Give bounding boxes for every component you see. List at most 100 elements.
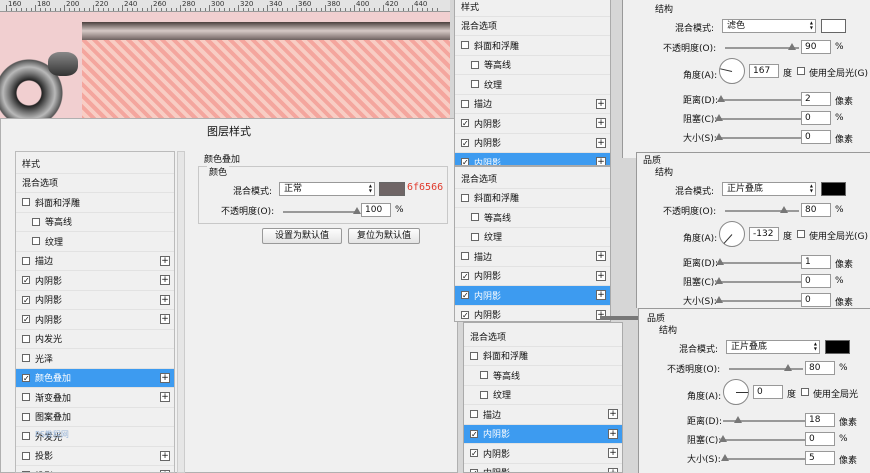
style-list-item[interactable]: 图案叠加 xyxy=(16,407,174,427)
distance-slider[interactable] xyxy=(716,95,801,102)
style-list-item[interactable]: 混合选项 xyxy=(455,16,610,36)
add-effect-icon[interactable]: + xyxy=(160,255,170,266)
checkbox[interactable]: ✓ xyxy=(461,291,469,300)
add-effect-icon[interactable]: + xyxy=(160,294,170,305)
checkbox[interactable]: ✓ xyxy=(22,373,30,382)
checkbox[interactable]: ✓ xyxy=(461,310,469,319)
blend-mode-select[interactable]: 滤色 xyxy=(722,19,816,33)
blend-mode-select[interactable]: 正片叠底 xyxy=(726,340,820,354)
style-list-item[interactable]: 等高线 xyxy=(455,55,610,75)
checkbox[interactable] xyxy=(461,41,469,50)
size-slider[interactable] xyxy=(715,133,801,140)
style-list-item[interactable]: 混合选项 xyxy=(16,173,174,193)
size-slider[interactable] xyxy=(721,454,805,461)
style-list-item[interactable]: ✓内阴影+ xyxy=(464,444,622,464)
opacity-slider-handle[interactable] xyxy=(353,207,361,214)
opacity-input[interactable]: 90 xyxy=(801,40,831,54)
style-list-item[interactable]: 样式 xyxy=(16,154,174,174)
choke-input[interactable]: 0 xyxy=(805,432,835,446)
opacity-input[interactable]: 100 xyxy=(361,203,391,217)
use-global-light-checkbox[interactable] xyxy=(801,388,809,396)
checkbox[interactable] xyxy=(22,334,30,343)
opacity-slider[interactable] xyxy=(725,43,799,50)
choke-slider-handle[interactable] xyxy=(715,114,723,121)
add-effect-icon[interactable]: + xyxy=(596,137,606,148)
style-list-item[interactable]: 斜面和浮雕 xyxy=(455,36,610,56)
style-list-item[interactable]: 描边 + xyxy=(464,405,622,425)
style-list-item[interactable]: 描边 + xyxy=(455,94,610,114)
style-list-item[interactable]: 等高线 xyxy=(16,212,174,232)
add-effect-icon[interactable]: + xyxy=(596,251,606,261)
size-input[interactable]: 0 xyxy=(801,130,831,144)
style-list-item[interactable]: ✓内阴影+ xyxy=(16,310,174,330)
angle-dial[interactable] xyxy=(723,379,749,405)
checkbox[interactable]: ✓ xyxy=(22,295,30,304)
distance-slider-handle[interactable] xyxy=(716,95,725,102)
checkbox[interactable] xyxy=(471,60,479,69)
shadow-color-swatch[interactable] xyxy=(821,19,846,33)
checkbox[interactable] xyxy=(461,99,469,108)
opacity-slider-handle[interactable] xyxy=(780,206,789,213)
opacity-slider[interactable] xyxy=(283,207,361,214)
style-list-item[interactable]: ✓内阴影+ xyxy=(464,463,622,472)
shadow-color-swatch[interactable] xyxy=(825,340,850,354)
style-list-item[interactable]: 斜面和浮雕 xyxy=(464,346,622,366)
distance-slider-handle[interactable] xyxy=(733,416,742,423)
style-list-item[interactable]: ✓内阴影+ xyxy=(455,286,610,306)
checkbox[interactable] xyxy=(22,451,30,460)
style-list-item[interactable]: ✓内阴影+ xyxy=(455,266,610,286)
style-list-item[interactable]: ✓ 颜色叠加 + xyxy=(16,368,174,388)
style-list-item[interactable]: ✓内阴影+ xyxy=(455,305,610,321)
blend-mode-select[interactable]: 正常 xyxy=(279,182,375,196)
style-list-item[interactable]: 斜面和浮雕 xyxy=(16,193,174,213)
size-slider-handle[interactable] xyxy=(721,454,730,461)
angle-input[interactable]: 0 xyxy=(753,385,783,399)
opacity-input[interactable]: 80 xyxy=(801,203,831,217)
checkbox[interactable] xyxy=(470,410,478,419)
add-effect-icon[interactable]: + xyxy=(596,270,606,281)
style-list-item[interactable]: ✓内阴影+ xyxy=(464,424,622,444)
add-effect-icon[interactable]: + xyxy=(160,275,170,285)
style-list-item[interactable]: 纹理 xyxy=(455,227,610,247)
overlay-color-swatch[interactable] xyxy=(379,182,405,196)
style-list-item[interactable]: 投影+ xyxy=(16,466,174,472)
add-effect-icon[interactable]: + xyxy=(160,450,170,461)
checkbox[interactable] xyxy=(480,371,488,380)
distance-slider[interactable] xyxy=(723,416,805,423)
checkbox[interactable] xyxy=(32,237,40,246)
checkbox[interactable] xyxy=(22,432,30,441)
style-list-item[interactable]: 描边 + xyxy=(16,251,174,271)
style-list-item[interactable]: 纹理 xyxy=(464,385,622,405)
angle-dial[interactable] xyxy=(719,58,745,84)
size-slider-handle[interactable] xyxy=(715,296,723,303)
add-effect-icon[interactable]: + xyxy=(596,290,606,300)
size-slider-handle[interactable] xyxy=(715,133,723,140)
checkbox[interactable]: ✓ xyxy=(22,276,30,285)
checkbox[interactable]: ✓ xyxy=(470,468,478,472)
distance-slider[interactable] xyxy=(715,258,801,265)
style-list-item[interactable]: 纹理 xyxy=(16,232,174,252)
reset-default-button[interactable]: 复位为默认值 xyxy=(348,228,420,244)
use-global-light-checkbox[interactable] xyxy=(797,67,805,75)
style-list-item[interactable]: ✓内阴影+ xyxy=(16,271,174,291)
checkbox[interactable] xyxy=(461,193,469,202)
distance-slider-handle[interactable] xyxy=(715,258,724,265)
choke-input[interactable]: 0 xyxy=(801,111,831,125)
distance-input[interactable]: 2 xyxy=(801,92,831,106)
opacity-slider[interactable] xyxy=(729,364,803,371)
choke-slider[interactable] xyxy=(715,114,801,121)
angle-input[interactable]: -132 xyxy=(749,227,779,241)
use-global-light-checkbox[interactable] xyxy=(797,230,805,238)
add-effect-icon[interactable]: + xyxy=(608,467,618,472)
checkbox[interactable] xyxy=(22,412,30,421)
opacity-slider[interactable] xyxy=(725,206,799,213)
choke-slider-handle[interactable] xyxy=(715,277,723,284)
add-effect-icon[interactable]: + xyxy=(608,448,618,458)
style-list-item[interactable]: 样式 xyxy=(455,0,610,17)
checkbox[interactable] xyxy=(461,252,469,261)
choke-input[interactable]: 0 xyxy=(801,274,831,288)
add-effect-icon[interactable]: + xyxy=(608,428,618,439)
blend-mode-select[interactable]: 正片叠底 xyxy=(722,182,816,196)
add-effect-icon[interactable]: + xyxy=(596,118,606,128)
style-list-item[interactable]: ✓内阴影+ xyxy=(16,290,174,310)
